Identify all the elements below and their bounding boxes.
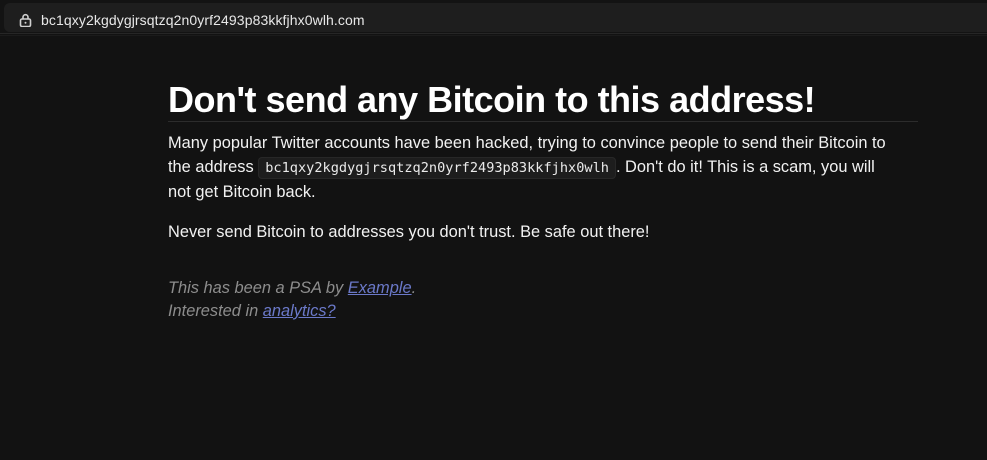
- psa-prefix: This has been a PSA by: [168, 279, 348, 297]
- url-text[interactable]: bc1qxy2kgdygjrsqtzq2n0yrf2493p83kkfjhx0w…: [41, 11, 365, 29]
- psa-footer: This has been a PSA by Example. Interest…: [168, 277, 918, 323]
- main-content: Don't send any Bitcoin to this address! …: [168, 79, 918, 323]
- example-link[interactable]: Example: [348, 279, 412, 297]
- interested-prefix: Interested in: [168, 302, 263, 320]
- advice-paragraph: Never send Bitcoin to addresses you don'…: [168, 223, 650, 241]
- lock-icon[interactable]: [19, 13, 32, 27]
- browser-address-bar: bc1qxy2kgdygjrsqtzq2n0yrf2493p83kkfjhx0w…: [0, 0, 987, 34]
- url-field[interactable]: bc1qxy2kgdygjrsqtzq2n0yrf2493p83kkfjhx0w…: [4, 3, 987, 32]
- psa-suffix: .: [411, 279, 417, 297]
- analytics-link[interactable]: analytics?: [263, 302, 336, 320]
- toolbar-divider: [0, 35, 987, 36]
- page-title: Don't send any Bitcoin to this address!: [168, 79, 918, 122]
- warning-paragraph: Many popular Twitter accounts have been …: [168, 131, 898, 204]
- bitcoin-address-code: bc1qxy2kgdygjrsqtzq2n0yrf2493p83kkfjhx0w…: [258, 157, 616, 179]
